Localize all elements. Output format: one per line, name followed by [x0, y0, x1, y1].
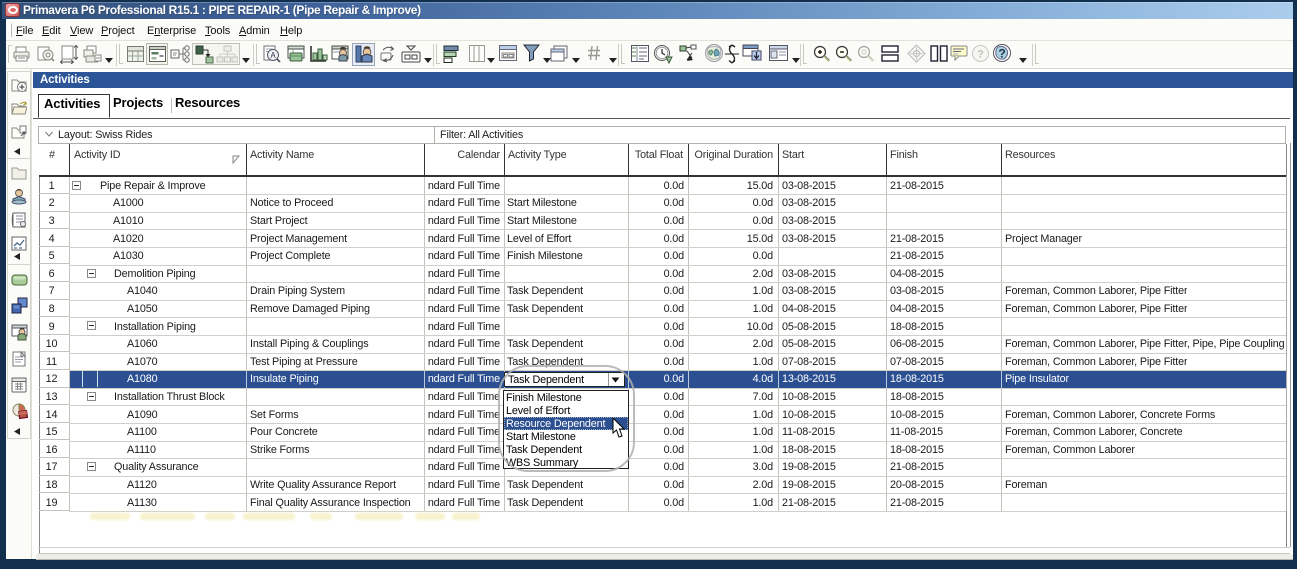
svg-text:?: ?: [998, 47, 1005, 61]
svg-text:?: ?: [977, 49, 984, 61]
svg-text:A: A: [270, 51, 276, 60]
